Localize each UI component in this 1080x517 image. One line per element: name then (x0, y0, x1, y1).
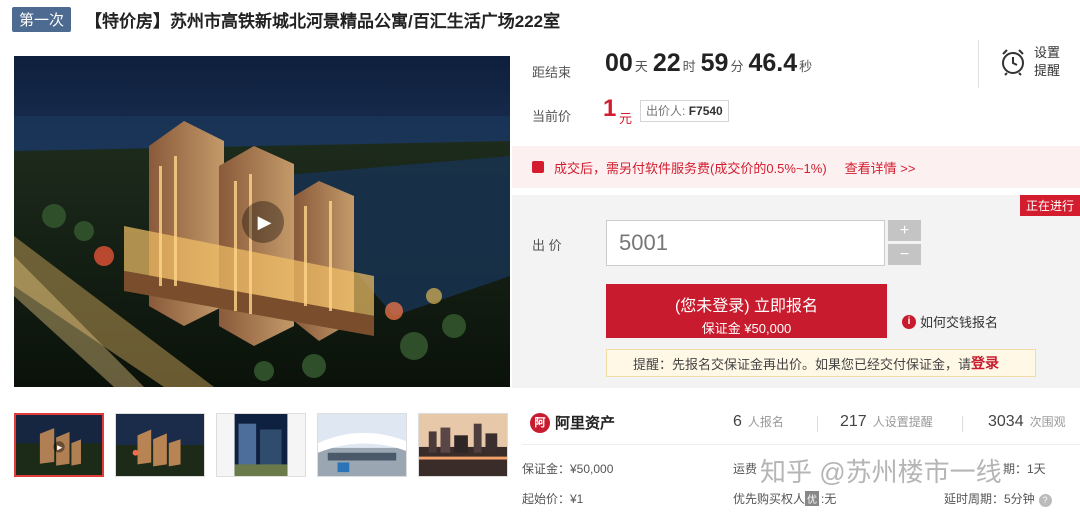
main-image[interactable]: ▶ (14, 56, 510, 387)
bidder-label: 出价人: (646, 104, 686, 118)
view-count-value: 3034 (988, 413, 1024, 430)
signup-deposit-label: 保证金 ¥50,000 (701, 321, 792, 336)
bidder-box: 出价人: F7540 (640, 100, 729, 122)
set-reminder-label-2: 提醒 (1034, 63, 1061, 78)
countdown-minutes-unit: 分 (730, 59, 744, 74)
ali-assets-logo: 阿 阿里资产 (530, 412, 615, 433)
priority-buyer-detail: 优先购买权人优:无 (733, 490, 836, 507)
shipping-detail: 运费 (733, 462, 758, 476)
question-icon[interactable]: ? (1038, 494, 1052, 507)
period-detail: 期：1天 (1003, 462, 1046, 476)
bidder-id: F7540 (688, 104, 723, 118)
view-details-link[interactable]: 查看详情 >> (845, 158, 916, 177)
play-icon: ▶ (257, 211, 272, 232)
view-count: 3034 次围观 (988, 413, 1066, 431)
divider (962, 416, 963, 432)
login-link[interactable]: 登录 (971, 353, 999, 373)
increase-bid-button[interactable]: + (888, 220, 921, 241)
countdown-days-unit: 天 (634, 59, 648, 74)
countdown-seconds: 46.4 (748, 49, 798, 77)
countdown-label: 距结束 (532, 65, 572, 80)
title-row: 第一次 【特价房】苏州市高铁新城北河景精品公寓/百汇生活广场222室 (12, 6, 560, 32)
login-reminder-text: 提醒：先报名交保证金再出价。如果您已经交付保证金，请 (633, 356, 972, 372)
current-price-value: 1 (603, 95, 617, 122)
countdown-seconds-unit: 秒 (799, 59, 813, 74)
play-video-button[interactable]: ▶ (242, 201, 284, 243)
current-price-label: 当前价 (532, 109, 572, 124)
delay-period-label: 延时周期：5分钟 (944, 492, 1035, 506)
thumbnail-3[interactable] (216, 413, 306, 477)
current-price-unit: 元 (619, 111, 633, 126)
signup-count-label: 人报名 (747, 415, 784, 429)
countdown-timer: 00 天 22 时 59 分 46.4 秒 (605, 49, 817, 78)
signup-button[interactable]: (您未登录) 立即报名 保证金 ¥50,000 (606, 284, 887, 338)
set-reminder-label-1: 设置 (1034, 45, 1061, 60)
priority-buyer-value: :无 (821, 492, 837, 506)
bid-amount-input[interactable] (606, 220, 885, 266)
alarm-clock-icon (1002, 49, 1024, 76)
status-badge: 正在进行 (1019, 195, 1080, 216)
countdown-minutes: 59 (700, 49, 729, 77)
start-price-detail: 起始价：¥1 (522, 492, 584, 506)
svg-text:▶: ▶ (57, 445, 63, 452)
item-title: 【特价房】苏州市高铁新城北河景精品公寓/百汇生活广场222室 (85, 11, 561, 31)
info-icon: i (902, 314, 916, 329)
thumbnail-2[interactable] (115, 413, 205, 477)
thumbnail-1[interactable]: ▶ (14, 413, 104, 477)
reminder-count-label: 人设置提醒 (872, 415, 933, 429)
delay-period-detail: 延时周期：5分钟? (944, 490, 1052, 507)
countdown-days: 00 (605, 49, 633, 77)
priority-buyer-label: 优先购买权人 (733, 492, 806, 506)
thumbnail-5[interactable] (418, 413, 508, 477)
decrease-bid-button[interactable]: − (888, 244, 921, 265)
thumbnail-strip: ▶ (14, 413, 519, 477)
countdown-hours-unit: 时 (682, 59, 696, 74)
thumbnail-4[interactable] (317, 413, 407, 477)
bag-icon (532, 161, 544, 173)
divider (817, 416, 818, 432)
fee-notice-text: 成交后，需另付软件服务费(成交价的0.5%~1%) (554, 160, 827, 176)
signup-button-label: (您未登录) 立即报名 (674, 298, 819, 315)
signup-count-value: 6 (733, 413, 742, 430)
ali-logo-icon: 阿 (530, 412, 550, 433)
divider (522, 444, 1080, 445)
fee-notice: 成交后，需另付软件服务费(成交价的0.5%~1%) 查看详情 >> (512, 146, 1080, 188)
ali-brand-name: 阿里资产 (555, 415, 616, 432)
set-reminder-button[interactable]: 设置 提醒 (1000, 44, 1060, 80)
how-to-pay-link[interactable]: i 如何交钱报名 (902, 312, 998, 331)
watermark: 知乎 @苏州楼市一线 (760, 457, 1002, 487)
view-count-label: 次围观 (1029, 415, 1066, 429)
deposit-detail: 保证金：¥50,000 (522, 462, 614, 476)
countdown-hours: 22 (652, 49, 681, 77)
priority-badge: 优 (805, 491, 820, 506)
reminder-count-value: 217 (840, 413, 867, 430)
bid-panel: 正在进行 出 价 + − (您未登录) 立即报名 保证金 ¥50,000 i 如… (512, 195, 1080, 388)
divider (978, 40, 979, 88)
bid-label: 出 价 (532, 238, 562, 253)
how-to-pay-label: 如何交钱报名 (920, 315, 999, 330)
signup-count: 6 人报名 (733, 413, 784, 431)
login-reminder: 提醒：先报名交保证金再出价。如果您已经交付保证金，请 登录 (606, 349, 1036, 377)
round-badge: 第一次 (12, 6, 72, 32)
reminder-count: 217 人设置提醒 (840, 413, 933, 431)
